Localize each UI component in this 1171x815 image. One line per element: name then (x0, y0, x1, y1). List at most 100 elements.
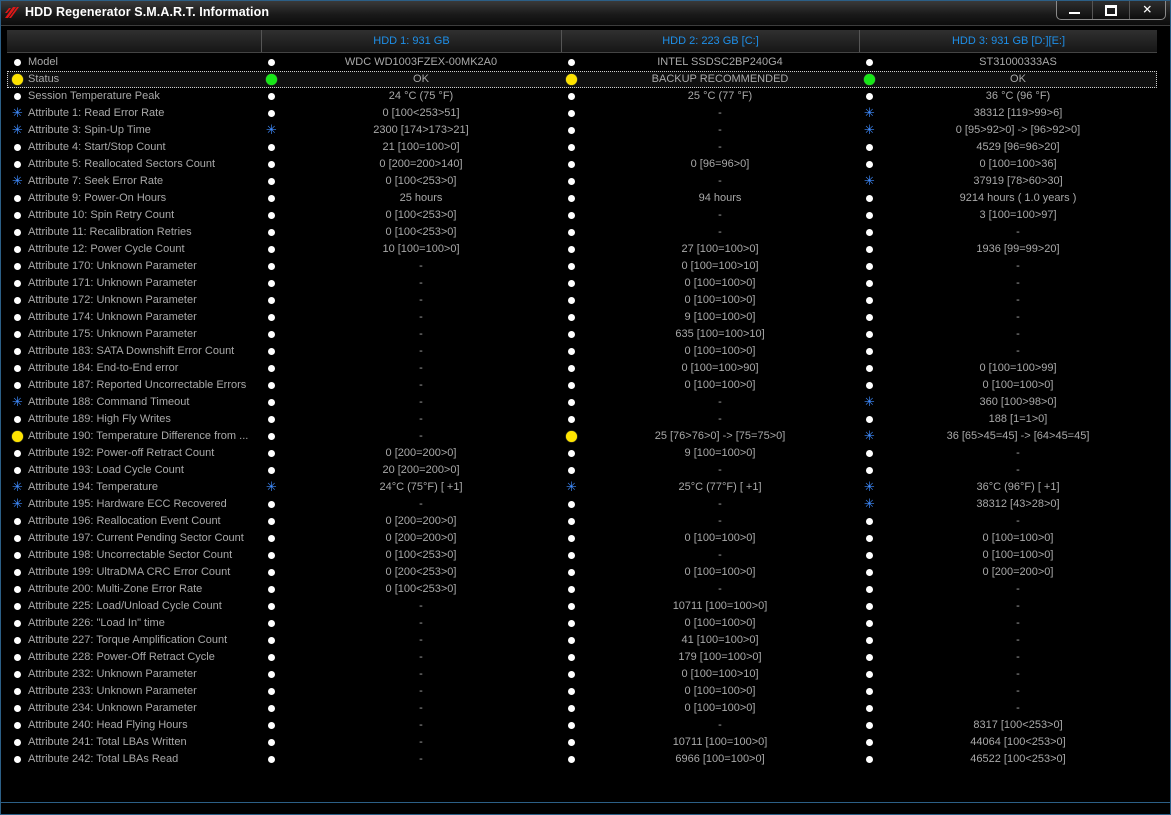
column-header-attribute[interactable] (7, 30, 261, 52)
table-row[interactable]: Session Temperature Peak 24 °C (75 °F) 25 … (7, 88, 1157, 105)
table-row[interactable]: Attribute 241: Total LBAs Written - 10711 … (7, 734, 1157, 751)
cell-value: 2300 [174>173>21] (373, 124, 469, 136)
table-row[interactable]: Attribute 193: Load Cycle Count 20 [200=2… (7, 462, 1157, 479)
table-row[interactable]: Attribute 242: Total LBAs Read - 6966 [100… (7, 751, 1157, 768)
table-row[interactable]: Attribute 187: Reported Uncorrectable Er… (7, 377, 1157, 394)
value-cell-hdd2: 41 [100=100>0] (561, 632, 859, 649)
table-row[interactable]: Attribute 198: Uncorrectable Sector Coun… (7, 547, 1157, 564)
white-dot-icon (268, 348, 275, 355)
white-dot-icon (568, 365, 575, 372)
value-cell-hdd2: 10711 [100=100>0] (561, 598, 859, 615)
value-cell-hdd2: 25 °C (77 °F) (561, 88, 859, 105)
maximize-button[interactable] (1092, 1, 1128, 19)
value-cell-hdd1: - (261, 598, 561, 615)
white-dot-icon (866, 756, 873, 763)
table-row[interactable]: Attribute 172: Unknown Parameter - 0 [100=… (7, 292, 1157, 309)
cell-value: 635 [100=100>10] (675, 328, 765, 340)
row-label-cell: Attribute 233: Unknown Parameter (7, 683, 261, 700)
column-header-hdd1[interactable]: HDD 1: 931 GB (261, 30, 561, 52)
title-bar[interactable]: HDD Regenerator S.M.A.R.T. Information ✕ (1, 1, 1170, 26)
close-button[interactable]: ✕ (1128, 1, 1165, 19)
table-row[interactable]: Attribute 183: SATA Downshift Error Coun… (7, 343, 1157, 360)
table-row[interactable]: ✳ Attribute 3: Spin-Up Time ✳ 2300 [174>173… (7, 122, 1157, 139)
row-label: Attribute 194: Temperature (28, 481, 159, 493)
table-row[interactable]: Attribute 233: Unknown Parameter - 0 [100=… (7, 683, 1157, 700)
table-row[interactable]: Attribute 228: Power-Off Retract Cycle - 1… (7, 649, 1157, 666)
white-dot-icon (568, 620, 575, 627)
table-row[interactable]: Attribute 234: Unknown Parameter - 0 [100=… (7, 700, 1157, 717)
table-row[interactable]: Attribute 232: Unknown Parameter - 0 [100=… (7, 666, 1157, 683)
table-row[interactable]: Status OK BACKUP RECOMMENDED OK (7, 71, 1157, 88)
table-row[interactable]: Attribute 174: Unknown Parameter - 9 [100=… (7, 309, 1157, 326)
row-label: Attribute 199: UltraDMA CRC Error Count (28, 566, 231, 578)
value-cell-hdd1: 0 [200<253>0] (261, 564, 561, 581)
cell-value: 36 °C (96 °F) (985, 90, 1051, 102)
value-cell-hdd3: 44064 [100<253>0] (859, 734, 1157, 751)
value-cell-hdd2: 0 [96=96>0] (561, 156, 859, 173)
table-row[interactable]: Attribute 175: Unknown Parameter - 635 [10… (7, 326, 1157, 343)
row-label: Attribute 197: Current Pending Sector Co… (28, 532, 244, 544)
table-row[interactable]: Attribute 226: "Load In" time - 0 [100=100… (7, 615, 1157, 632)
white-dot-icon (568, 654, 575, 661)
row-label-cell: Attribute 175: Unknown Parameter (7, 326, 261, 343)
cell-value: 0 [100=100>0] (684, 702, 756, 714)
table-row[interactable]: Attribute 9: Power-On Hours 25 hours 94 ho… (7, 190, 1157, 207)
white-dot-icon (866, 246, 873, 253)
table-row[interactable]: ✳ Attribute 195: Hardware ECC Recovered - -… (7, 496, 1157, 513)
cell-value: - (1016, 311, 1020, 323)
row-label-cell: ✳ Attribute 7: Seek Error Rate (7, 173, 261, 190)
table-row[interactable]: Attribute 190: Temperature Difference fr… (7, 428, 1157, 445)
blue-asterisk-icon: ✳ (864, 480, 875, 495)
row-label: Model (28, 56, 58, 68)
value-cell-hdd3: - (859, 615, 1157, 632)
white-dot-icon (14, 552, 21, 559)
table-row[interactable]: Attribute 196: Reallocation Event Count 0… (7, 513, 1157, 530)
table-row[interactable]: Attribute 10: Spin Retry Count 0 [100<253… (7, 207, 1157, 224)
blue-asterisk-icon: ✳ (12, 497, 23, 512)
table-row[interactable]: ✳ Attribute 188: Command Timeout - - ✳ 360 [1… (7, 394, 1157, 411)
cell-value: 36 [65>45=45] -> [64>45=45] (946, 430, 1090, 442)
table-row[interactable]: Attribute 227: Torque Amplification Coun… (7, 632, 1157, 649)
white-dot-icon (14, 654, 21, 661)
white-dot-icon (268, 535, 275, 542)
yellow-warning-icon (566, 431, 577, 442)
table-row[interactable]: ✳ Attribute 7: Seek Error Rate 0 [100<253>… (7, 173, 1157, 190)
value-cell-hdd2: - (561, 105, 859, 122)
white-dot-icon (14, 144, 21, 151)
cell-value: - (419, 651, 423, 663)
table-row[interactable]: Attribute 197: Current Pending Sector Co… (7, 530, 1157, 547)
table-row[interactable]: Attribute 240: Head Flying Hours - - 8317 [… (7, 717, 1157, 734)
white-dot-icon (268, 382, 275, 389)
table-row[interactable]: Attribute 189: High Fly Writes - - 188 [1=1… (7, 411, 1157, 428)
table-row[interactable]: Attribute 184: End-to-End error - 0 [100=1… (7, 360, 1157, 377)
cell-value: - (1016, 668, 1020, 680)
value-cell-hdd1: - (261, 394, 561, 411)
table-row[interactable]: Attribute 170: Unknown Parameter - 0 [100=… (7, 258, 1157, 275)
value-cell-hdd2: 0 [100=100>0] (561, 683, 859, 700)
row-label: Attribute 193: Load Cycle Count (28, 464, 184, 476)
value-cell-hdd3: ✳ 37919 [78>60>30] (859, 173, 1157, 190)
value-cell-hdd2: 0 [100=100>0] (561, 292, 859, 309)
table-row[interactable]: Attribute 171: Unknown Parameter - 0 [100=… (7, 275, 1157, 292)
table-row[interactable]: Attribute 5: Reallocated Sectors Count 0 … (7, 156, 1157, 173)
table-row[interactable]: ✳ Attribute 194: Temperature ✳ 24°C (75°F) … (7, 479, 1157, 496)
table-row[interactable]: Attribute 200: Multi-Zone Error Rate 0 [1… (7, 581, 1157, 598)
value-cell-hdd1: WDC WD1003FZEX-00MK2A0 (261, 54, 561, 71)
white-dot-icon (866, 739, 873, 746)
value-cell-hdd3: 9214 hours ( 1.0 years ) (859, 190, 1157, 207)
value-cell-hdd2: - (561, 513, 859, 530)
table-row[interactable]: Attribute 199: UltraDMA CRC Error Count 0… (7, 564, 1157, 581)
table-row[interactable]: Attribute 4: Start/Stop Count 21 [100=100… (7, 139, 1157, 156)
cell-value: - (419, 430, 423, 442)
column-header-hdd2[interactable]: HDD 2: 223 GB [C:] (561, 30, 859, 52)
table-row[interactable]: Attribute 12: Power Cycle Count 10 [100=1… (7, 241, 1157, 258)
column-header-hdd3[interactable]: HDD 3: 931 GB [D:][E:] (859, 30, 1157, 52)
table-row[interactable]: Attribute 192: Power-off Retract Count 0 … (7, 445, 1157, 462)
table-row[interactable]: Attribute 225: Load/Unload Cycle Count - 1… (7, 598, 1157, 615)
smart-table[interactable]: HDD 1: 931 GB HDD 2: 223 GB [C:] HDD 3: … (7, 30, 1157, 803)
table-row[interactable]: Attribute 11: Recalibration Retries 0 [10… (7, 224, 1157, 241)
white-dot-icon (14, 569, 21, 576)
table-row[interactable]: ✳ Attribute 1: Read Error Rate 0 [100<253>… (7, 105, 1157, 122)
minimize-button[interactable] (1057, 1, 1092, 19)
table-row[interactable]: Model WDC WD1003FZEX-00MK2A0 INTEL SSDSC2B… (7, 54, 1157, 71)
